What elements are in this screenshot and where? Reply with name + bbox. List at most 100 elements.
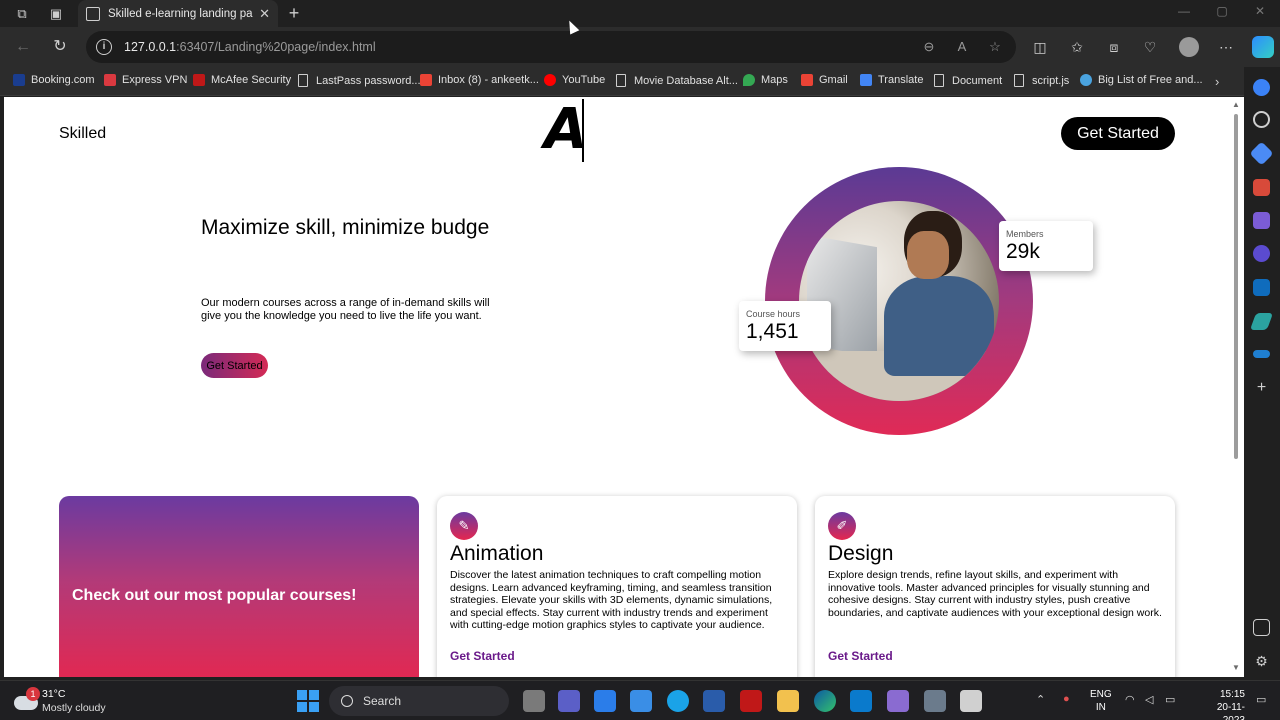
info-icon[interactable]: i bbox=[96, 39, 112, 55]
store-icon[interactable] bbox=[630, 690, 652, 712]
file-explorer-icon[interactable] bbox=[777, 690, 799, 712]
bing-chat-icon[interactable] bbox=[1253, 79, 1270, 96]
read-aloud-icon[interactable]: A bbox=[953, 39, 971, 54]
bookmark-document[interactable]: Document bbox=[934, 74, 1002, 87]
notifications-icon[interactable]: ▭ bbox=[1256, 693, 1266, 706]
tab-strip: ⧉ ▣ Skilled e-learning landing page ✕ + … bbox=[0, 0, 1280, 27]
favorites-icon[interactable]: ✩ bbox=[1067, 37, 1087, 57]
page-viewport: Skilled A Get Started Maximize skill, mi… bbox=[4, 97, 1244, 677]
system-clock[interactable]: 15:15 20-11-2023 bbox=[1205, 688, 1245, 720]
bookmark-label: Booking.com bbox=[31, 74, 95, 86]
scroll-up-icon[interactable]: ▲ bbox=[1232, 100, 1240, 109]
tag-icon[interactable] bbox=[1249, 141, 1274, 166]
settings-icon[interactable] bbox=[924, 690, 946, 712]
url-host: 127.0.0.1 bbox=[124, 40, 177, 54]
search-icon[interactable] bbox=[1253, 111, 1270, 128]
bookmark-label: Inbox (8) - ankeetk... bbox=[438, 74, 539, 86]
language-indicator[interactable]: ENG IN bbox=[1090, 688, 1112, 714]
bookmark-script[interactable]: script.js bbox=[1014, 74, 1069, 87]
bookmark-mcafee[interactable]: McAfee Security bbox=[193, 74, 291, 86]
powershell-icon[interactable] bbox=[703, 690, 725, 712]
outlook-icon[interactable] bbox=[1253, 279, 1270, 296]
more-menu-icon[interactable]: ⋯ bbox=[1216, 37, 1236, 57]
back-icon[interactable]: ← bbox=[13, 37, 33, 57]
split-screen-icon[interactable]: ◫ bbox=[1030, 37, 1050, 57]
site-logo[interactable]: Skilled bbox=[59, 125, 106, 143]
scroll-down-icon[interactable]: ▼ bbox=[1232, 663, 1240, 672]
sidebar-toggle-icon[interactable] bbox=[1253, 619, 1270, 636]
todo-icon[interactable] bbox=[594, 690, 616, 712]
windows-start-icon[interactable] bbox=[297, 690, 319, 712]
course-card-animation: ✎ Animation Discover the latest animatio… bbox=[437, 496, 797, 677]
bookmark-translate[interactable]: Translate bbox=[860, 74, 923, 86]
windows-taskbar: 1 31°C Mostly cloudy Search ⌃ ● ENG IN ◠… bbox=[0, 680, 1280, 720]
mcafee-icon bbox=[193, 74, 205, 86]
course-description: Explore design trends, refine layout ski… bbox=[828, 569, 1162, 619]
mcafee-icon[interactable] bbox=[740, 690, 762, 712]
chevron-up-icon[interactable]: ⌃ bbox=[1036, 693, 1045, 706]
settings-gear-icon[interactable]: ⚙ bbox=[1253, 653, 1270, 670]
teams-icon[interactable] bbox=[558, 690, 580, 712]
hero-description: Our modern courses across a range of in-… bbox=[201, 297, 490, 322]
copilot-sidebar-icon[interactable] bbox=[1253, 245, 1270, 262]
workspaces-icon[interactable]: ⧉ bbox=[12, 4, 32, 24]
battery-icon[interactable]: ▭ bbox=[1165, 693, 1175, 706]
bookmark-youtube[interactable]: YouTube bbox=[544, 74, 605, 86]
bookmark-expressvpn[interactable]: Express VPN bbox=[104, 74, 187, 86]
gmail-icon bbox=[420, 74, 432, 86]
chevron-right-icon[interactable]: › bbox=[1215, 74, 1219, 89]
speaker-muted-icon[interactable]: ◁ bbox=[1145, 693, 1153, 706]
bookmark-movie-db[interactable]: Movie Database Alt... bbox=[616, 74, 738, 87]
tab-skilled[interactable]: Skilled e-learning landing page ✕ bbox=[78, 0, 278, 27]
bookmark-label: LastPass password... bbox=[316, 74, 421, 87]
scroll-thumb[interactable] bbox=[1234, 114, 1238, 459]
taskbar-search[interactable]: Search bbox=[329, 686, 509, 716]
toolbox-icon[interactable] bbox=[1253, 179, 1270, 196]
refresh-icon[interactable]: ↻ bbox=[50, 37, 70, 57]
drop-icon[interactable] bbox=[1253, 350, 1270, 358]
hero-get-started-button[interactable]: Get Started bbox=[201, 353, 268, 378]
weather-widget[interactable]: 1 bbox=[14, 687, 40, 712]
bookmark-label: Translate bbox=[878, 74, 924, 86]
browser-essentials-icon[interactable]: ♡ bbox=[1140, 37, 1160, 57]
microphone-icon[interactable]: ● bbox=[1063, 693, 1070, 705]
animation-get-started-link[interactable]: Get Started bbox=[450, 649, 515, 663]
close-icon[interactable]: ✕ bbox=[259, 6, 270, 22]
copilot-icon[interactable] bbox=[1252, 36, 1274, 58]
new-tab-icon[interactable]: + bbox=[284, 3, 304, 24]
send-icon[interactable] bbox=[1249, 313, 1274, 330]
maximize-icon[interactable]: ▢ bbox=[1207, 4, 1237, 18]
edge-beta-icon[interactable] bbox=[667, 690, 689, 712]
bookmark-lastpass[interactable]: LastPass password... bbox=[298, 74, 421, 87]
header-get-started-button[interactable]: Get Started bbox=[1061, 117, 1175, 150]
page-scrollbar[interactable]: ▲ ▼ bbox=[1232, 100, 1240, 675]
bookmark-gmail[interactable]: Gmail bbox=[801, 74, 848, 86]
favorite-star-icon[interactable]: ☆ bbox=[986, 39, 1004, 55]
bookmark-big-list[interactable]: Big List of Free and... bbox=[1080, 74, 1203, 86]
collections-icon[interactable]: ⧈ bbox=[1104, 37, 1124, 57]
add-icon[interactable]: + bbox=[1253, 379, 1270, 396]
tab-actions-icon[interactable]: ▣ bbox=[46, 4, 66, 24]
cloud-icon bbox=[1080, 74, 1092, 86]
zoom-out-icon[interactable]: ⊖ bbox=[920, 39, 938, 55]
close-window-icon[interactable]: ✕ bbox=[1245, 4, 1275, 18]
tab-title: Skilled e-learning landing page bbox=[108, 7, 254, 20]
snipping-tool-icon[interactable] bbox=[960, 690, 982, 712]
bookmark-inbox[interactable]: Inbox (8) - ankeetk... bbox=[420, 74, 539, 86]
design-get-started-link[interactable]: Get Started bbox=[828, 649, 893, 663]
vscode-icon[interactable] bbox=[850, 690, 872, 712]
minimize-icon[interactable]: — bbox=[1169, 4, 1199, 18]
bookmark-booking[interactable]: Booking.com bbox=[13, 74, 95, 86]
address-bar[interactable]: i 127.0.0.1:63407/Landing%20page/index.h… bbox=[86, 31, 1016, 63]
wifi-icon[interactable]: ◠ bbox=[1125, 693, 1135, 706]
edge-icon[interactable] bbox=[814, 690, 836, 712]
search-label: Search bbox=[363, 694, 402, 708]
bookmark-maps[interactable]: Maps bbox=[743, 74, 788, 86]
profile-avatar[interactable] bbox=[1179, 37, 1199, 57]
search-icon bbox=[341, 695, 353, 707]
translate-icon bbox=[860, 74, 872, 86]
task-view-icon[interactable] bbox=[523, 690, 545, 712]
clock-time: 15:15 bbox=[1219, 689, 1245, 700]
games-icon[interactable] bbox=[1253, 212, 1270, 229]
clipchamp-icon[interactable] bbox=[887, 690, 909, 712]
